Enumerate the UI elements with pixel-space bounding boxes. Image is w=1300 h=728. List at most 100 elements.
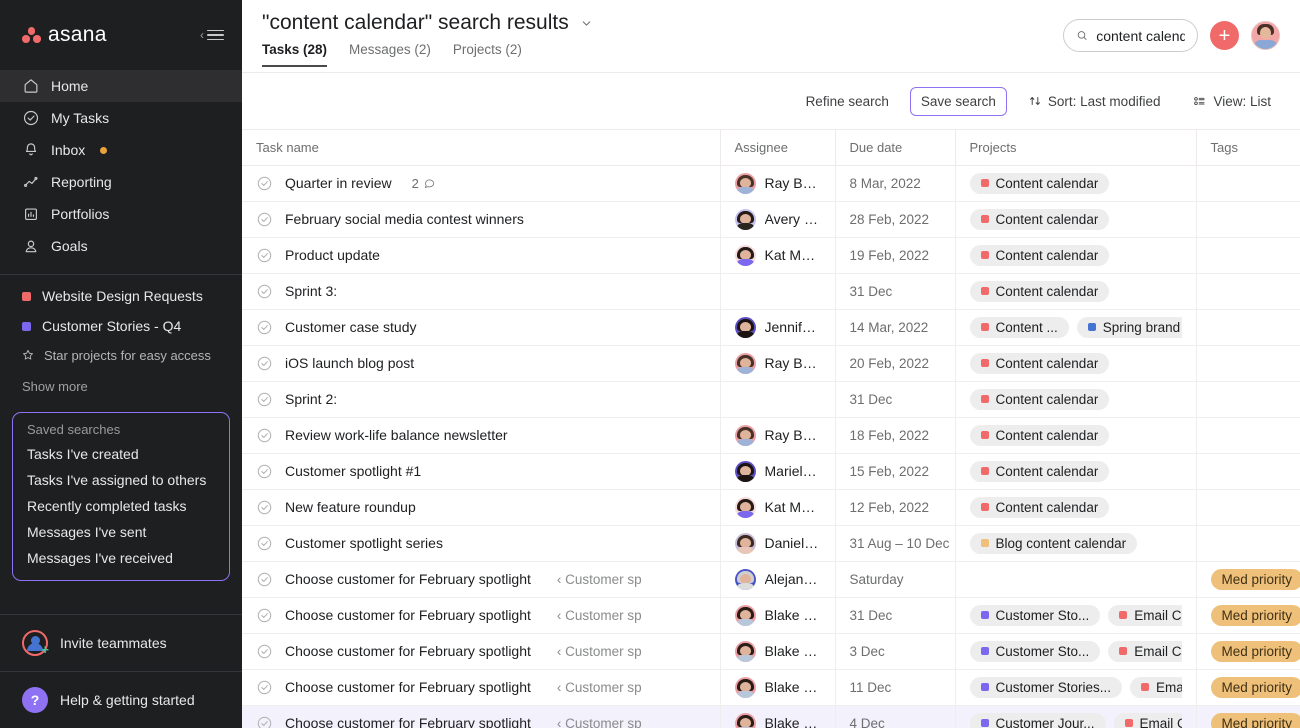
cell-due-date[interactable]: 31 Dec: [835, 381, 956, 418]
cell-task-name[interactable]: Review work-life balance newsletter: [242, 417, 721, 454]
cell-projects[interactable]: Customer Jour... Email C...: [955, 705, 1197, 728]
cell-projects[interactable]: [955, 561, 1197, 598]
cell-task-name[interactable]: Choose customer for February spotlight ‹ …: [242, 669, 721, 706]
sidebar-project-customer-stories-q4[interactable]: Customer Stories - Q4: [0, 311, 242, 341]
complete-task-icon[interactable]: [256, 175, 273, 192]
table-row[interactable]: iOS launch blog post Ray Brooks 20 Feb, 20…: [242, 345, 1300, 382]
cell-task-name[interactable]: Choose customer for February spotlight ‹ …: [242, 561, 721, 598]
cell-tags[interactable]: Med priority: [1196, 705, 1300, 728]
cell-projects[interactable]: Content calendar: [955, 201, 1197, 238]
cell-projects[interactable]: Content calendar: [955, 237, 1197, 274]
tab-projects[interactable]: Projects (2): [453, 42, 522, 67]
sidebar-project-website-design-requests[interactable]: Website Design Requests: [0, 281, 242, 311]
chevron-down-icon[interactable]: [580, 17, 593, 30]
subtask-breadcrumb[interactable]: ‹ Customer sp: [557, 572, 642, 587]
cell-projects[interactable]: Content calendar: [955, 273, 1197, 310]
subtask-breadcrumb[interactable]: ‹ Customer sp: [557, 716, 642, 728]
column-header-projects[interactable]: Projects: [955, 130, 1197, 166]
project-pill[interactable]: Content calendar: [969, 460, 1110, 482]
column-header-task-name[interactable]: Task name: [242, 130, 721, 166]
saved-search-tasks-ive-assigned-to-others[interactable]: Tasks I've assigned to others: [13, 467, 229, 493]
project-pill[interactable]: Spring brand ...: [1076, 316, 1182, 338]
tag-pill[interactable]: Med priority: [1210, 676, 1300, 698]
sort-button[interactable]: Sort: Last modified: [1017, 87, 1172, 116]
cell-projects[interactable]: Customer Sto... Email Ca...: [955, 633, 1197, 670]
cell-projects[interactable]: Customer Stories... Email...: [955, 669, 1197, 706]
complete-task-icon[interactable]: [256, 535, 273, 552]
project-pill[interactable]: Customer Sto...: [969, 604, 1101, 626]
project-pill[interactable]: Email...: [1130, 676, 1182, 698]
cell-assignee[interactable]: Avery Lomax: [720, 201, 836, 238]
cell-projects[interactable]: Content ... Spring brand ...: [955, 309, 1197, 346]
add-button[interactable]: +: [1210, 21, 1239, 50]
cell-due-date[interactable]: 15 Feb, 2022: [835, 453, 956, 490]
saved-search-messages-ive-received[interactable]: Messages I've received: [13, 545, 229, 571]
cell-assignee[interactable]: Blake Pham: [720, 597, 836, 634]
cell-task-name[interactable]: Product update: [242, 237, 721, 274]
cell-assignee[interactable]: Blake Pham: [720, 633, 836, 670]
cell-assignee[interactable]: Jennifer Lu: [720, 309, 836, 346]
table-row[interactable]: Choose customer for February spotlight ‹ …: [242, 705, 1300, 728]
complete-task-icon[interactable]: [256, 283, 273, 300]
complete-task-icon[interactable]: [256, 571, 273, 588]
subtask-breadcrumb[interactable]: ‹ Customer sp: [557, 608, 642, 623]
cell-task-name[interactable]: February social media contest winners: [242, 201, 721, 238]
cell-tags[interactable]: [1196, 165, 1300, 202]
table-row[interactable]: Choose customer for February spotlight ‹ …: [242, 597, 1300, 634]
cell-due-date[interactable]: 20 Feb, 2022: [835, 345, 956, 382]
cell-task-name[interactable]: Sprint 2:: [242, 381, 721, 418]
cell-due-date[interactable]: 31 Dec: [835, 273, 956, 310]
project-pill[interactable]: Content calendar: [969, 496, 1110, 518]
saved-search-tasks-ive-created[interactable]: Tasks I've created: [13, 441, 229, 467]
cell-projects[interactable]: Blog content calendar: [955, 525, 1197, 562]
subtask-breadcrumb[interactable]: ‹ Customer sp: [557, 680, 642, 695]
cell-assignee[interactable]: Ray Brooks: [720, 345, 836, 382]
cell-tags[interactable]: Med priority: [1196, 597, 1300, 634]
saved-search-recently-completed-tasks[interactable]: Recently completed tasks: [13, 493, 229, 519]
project-pill[interactable]: Content calendar: [969, 208, 1110, 230]
project-pill[interactable]: Content calendar: [969, 352, 1110, 374]
cell-due-date[interactable]: 4 Dec: [835, 705, 956, 728]
cell-tags[interactable]: Med priority: [1196, 633, 1300, 670]
cell-projects[interactable]: Customer Sto... Email Ca...: [955, 597, 1197, 634]
complete-task-icon[interactable]: [256, 211, 273, 228]
cell-task-name[interactable]: Quarter in review 2: [242, 165, 721, 202]
project-pill[interactable]: Email C...: [1113, 712, 1182, 728]
refine-search-button[interactable]: Refine search: [795, 87, 900, 116]
cell-task-name[interactable]: Sprint 3:: [242, 273, 721, 310]
cell-tags[interactable]: [1196, 489, 1300, 526]
table-row[interactable]: Choose customer for February spotlight ‹ …: [242, 669, 1300, 706]
cell-tags[interactable]: [1196, 201, 1300, 238]
cell-due-date[interactable]: 18 Feb, 2022: [835, 417, 956, 454]
cell-projects[interactable]: Content calendar: [955, 489, 1197, 526]
sidebar-item-goals[interactable]: Goals: [0, 230, 242, 262]
cell-projects[interactable]: Content calendar: [955, 165, 1197, 202]
cell-assignee[interactable]: [720, 273, 836, 310]
sidebar-item-portfolios[interactable]: Portfolios: [0, 198, 242, 230]
table-row[interactable]: Customer spotlight series Daniela Var... 3…: [242, 525, 1300, 562]
complete-task-icon[interactable]: [256, 679, 273, 696]
asana-logo[interactable]: asana: [22, 23, 107, 47]
saved-search-messages-ive-sent[interactable]: Messages I've sent: [13, 519, 229, 545]
complete-task-icon[interactable]: [256, 319, 273, 336]
tag-pill[interactable]: Med priority: [1210, 712, 1300, 728]
table-row[interactable]: Sprint 2: 31 Dec Content calendar: [242, 381, 1300, 418]
sidebar-item-my-tasks[interactable]: My Tasks: [0, 102, 242, 134]
search-input[interactable]: [1096, 27, 1185, 44]
cell-assignee[interactable]: Mariel Liu: [720, 453, 836, 490]
cell-projects[interactable]: Content calendar: [955, 453, 1197, 490]
project-pill[interactable]: Email Ca...: [1108, 604, 1182, 626]
cell-tags[interactable]: [1196, 381, 1300, 418]
tag-pill[interactable]: Med priority: [1210, 604, 1300, 626]
cell-assignee[interactable]: Blake Pham: [720, 705, 836, 728]
help-getting-started-button[interactable]: ? Help & getting started: [0, 672, 242, 728]
project-pill[interactable]: Content calendar: [969, 172, 1110, 194]
cell-assignee[interactable]: Ray Brooks: [720, 417, 836, 454]
cell-due-date[interactable]: 31 Aug – 10 Dec: [835, 525, 956, 562]
cell-projects[interactable]: Content calendar: [955, 345, 1197, 382]
table-row[interactable]: New feature roundup Kat Mooney 12 Feb, 202…: [242, 489, 1300, 526]
user-avatar[interactable]: [1251, 21, 1280, 50]
cell-projects[interactable]: Content calendar: [955, 417, 1197, 454]
cell-due-date[interactable]: 14 Mar, 2022: [835, 309, 956, 346]
cell-task-name[interactable]: Customer spotlight series: [242, 525, 721, 562]
